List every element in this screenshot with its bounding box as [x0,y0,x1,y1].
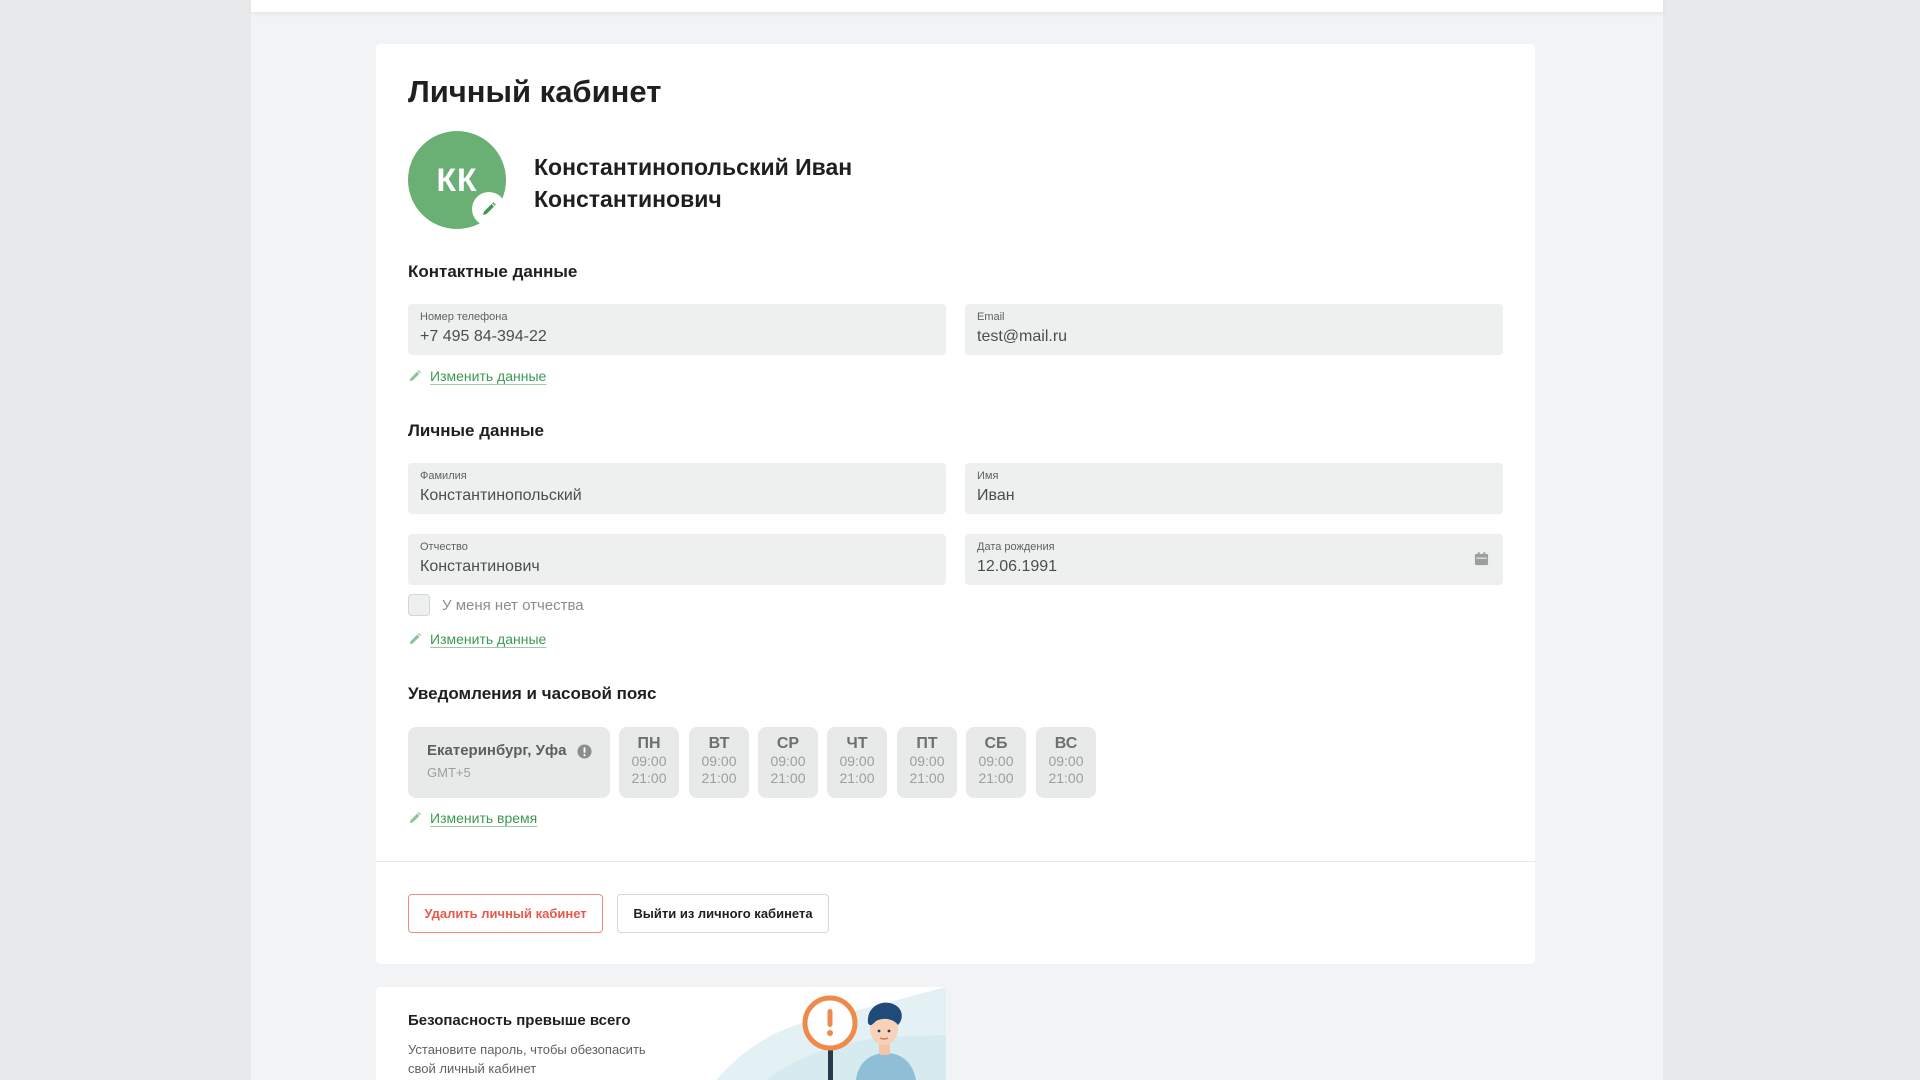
email-label: Email [977,311,1005,323]
day-time-from: 09:00 [631,753,667,769]
section-divider [376,861,1535,862]
day-name: ЧТ [846,735,868,752]
personal-section-title: Личные данные [408,421,544,440]
profile-card: Личный кабинет КК Константинопольский Ив… [376,44,1535,964]
patronymic-value: Константинович [420,558,540,575]
firstname-field[interactable]: Имя Иван [965,463,1503,514]
birthdate-label: Дата рождения [977,541,1055,553]
day-tuesday[interactable]: ВТ 09:00 21:00 [689,727,749,798]
avatar[interactable]: КК [408,131,506,229]
day-sunday[interactable]: ВС 09:00 21:00 [1036,727,1096,798]
pencil-icon [409,370,421,382]
day-name: ВТ [708,735,730,752]
day-name: ПН [637,735,661,752]
timezone-city: Екатеринбург, Уфа [427,742,567,759]
day-name: ВС [1054,735,1078,752]
day-time-to: 21:00 [978,770,1014,786]
timezone-gmt: GMT+5 [427,765,471,780]
user-name-line-1: Константинопольский Иван [534,154,853,180]
user-name-line-2: Константинович [534,186,722,212]
day-saturday[interactable]: СБ 09:00 21:00 [966,727,1026,798]
day-time-to: 21:00 [839,770,875,786]
contacts-section-title: Контактные данные [408,262,578,281]
page-title: Личный кабинет [408,74,662,109]
patronymic-label: Отчество [420,541,468,553]
day-time-to: 21:00 [1048,770,1084,786]
day-time-to: 21:00 [701,770,737,786]
birthdate-value: 12.06.1991 [977,558,1058,575]
edit-personal-link[interactable]: Изменить данные [408,631,546,647]
edit-time-label: Изменить время [430,810,538,826]
day-time-to: 21:00 [631,770,667,786]
day-thursday[interactable]: ЧТ 09:00 21:00 [827,727,887,798]
phone-value: +7 495 84-394-22 [420,328,547,345]
no-patronymic-row[interactable]: У меня нет отчества [408,594,584,616]
day-time-from: 09:00 [701,753,737,769]
day-time-to: 21:00 [909,770,945,786]
day-monday[interactable]: ПН 09:00 21:00 [619,727,679,798]
surname-label: Фамилия [420,470,467,482]
notifications-section-title: Уведомления и часовой пояс [408,684,657,703]
phone-label: Номер телефона [420,311,508,323]
firstname-value: Иван [977,487,1015,504]
logout-button[interactable]: Выйти из личного кабинета [617,894,829,933]
delete-account-button[interactable]: Удалить личный кабинет [408,894,603,933]
day-name: СР [776,735,800,752]
patronymic-field[interactable]: Отчество Константинович [408,534,946,585]
promo-title: Безопасность превыше всего [408,1012,631,1029]
phone-field[interactable]: Номер телефона +7 495 84-394-22 [408,304,946,355]
day-time-from: 09:00 [978,753,1014,769]
day-wednesday[interactable]: СР 09:00 21:00 [758,727,818,798]
top-header-bar [251,0,1663,12]
day-name: ПТ [916,735,938,752]
security-illustration [716,987,946,1080]
no-patronymic-checkbox[interactable] [408,594,430,616]
pencil-icon [409,812,421,824]
pencil-icon [409,633,421,645]
user-full-name: Константинопольский Иван Константинович [534,151,934,215]
edit-time-link[interactable]: Изменить время [408,810,537,826]
edit-contacts-link[interactable]: Изменить данные [408,368,546,384]
day-friday[interactable]: ПТ 09:00 21:00 [897,727,957,798]
day-time-from: 09:00 [909,753,945,769]
email-field[interactable]: Email test@mail.ru [965,304,1503,355]
day-name: СБ [984,735,1008,752]
day-time-from: 09:00 [1048,753,1084,769]
birthdate-field[interactable]: Дата рождения 12.06.1991 [965,534,1503,585]
day-time-from: 09:00 [770,753,806,769]
promo-text: Установите пароль, чтобы обезопасить сво… [408,1042,646,1076]
day-time-from: 09:00 [839,753,875,769]
no-patronymic-label: У меня нет отчества [442,596,584,614]
avatar-edit-button[interactable] [472,192,506,226]
email-value: test@mail.ru [977,328,1068,345]
edit-personal-label: Изменить данные [430,631,547,647]
security-promo-card[interactable]: Безопасность превыше всего Установите па… [376,987,946,1080]
info-icon[interactable] [577,744,592,759]
surname-value: Константинопольский [420,487,582,504]
calendar-icon[interactable] [1474,551,1489,566]
edit-contacts-label: Изменить данные [430,368,547,384]
firstname-label: Имя [977,470,999,482]
avatar-initials: КК [436,161,478,198]
surname-field[interactable]: Фамилия Константинопольский [408,463,946,514]
day-time-to: 21:00 [770,770,806,786]
timezone-selector[interactable]: Екатеринбург, Уфа GMT+5 [408,727,610,798]
pencil-icon [483,202,496,215]
